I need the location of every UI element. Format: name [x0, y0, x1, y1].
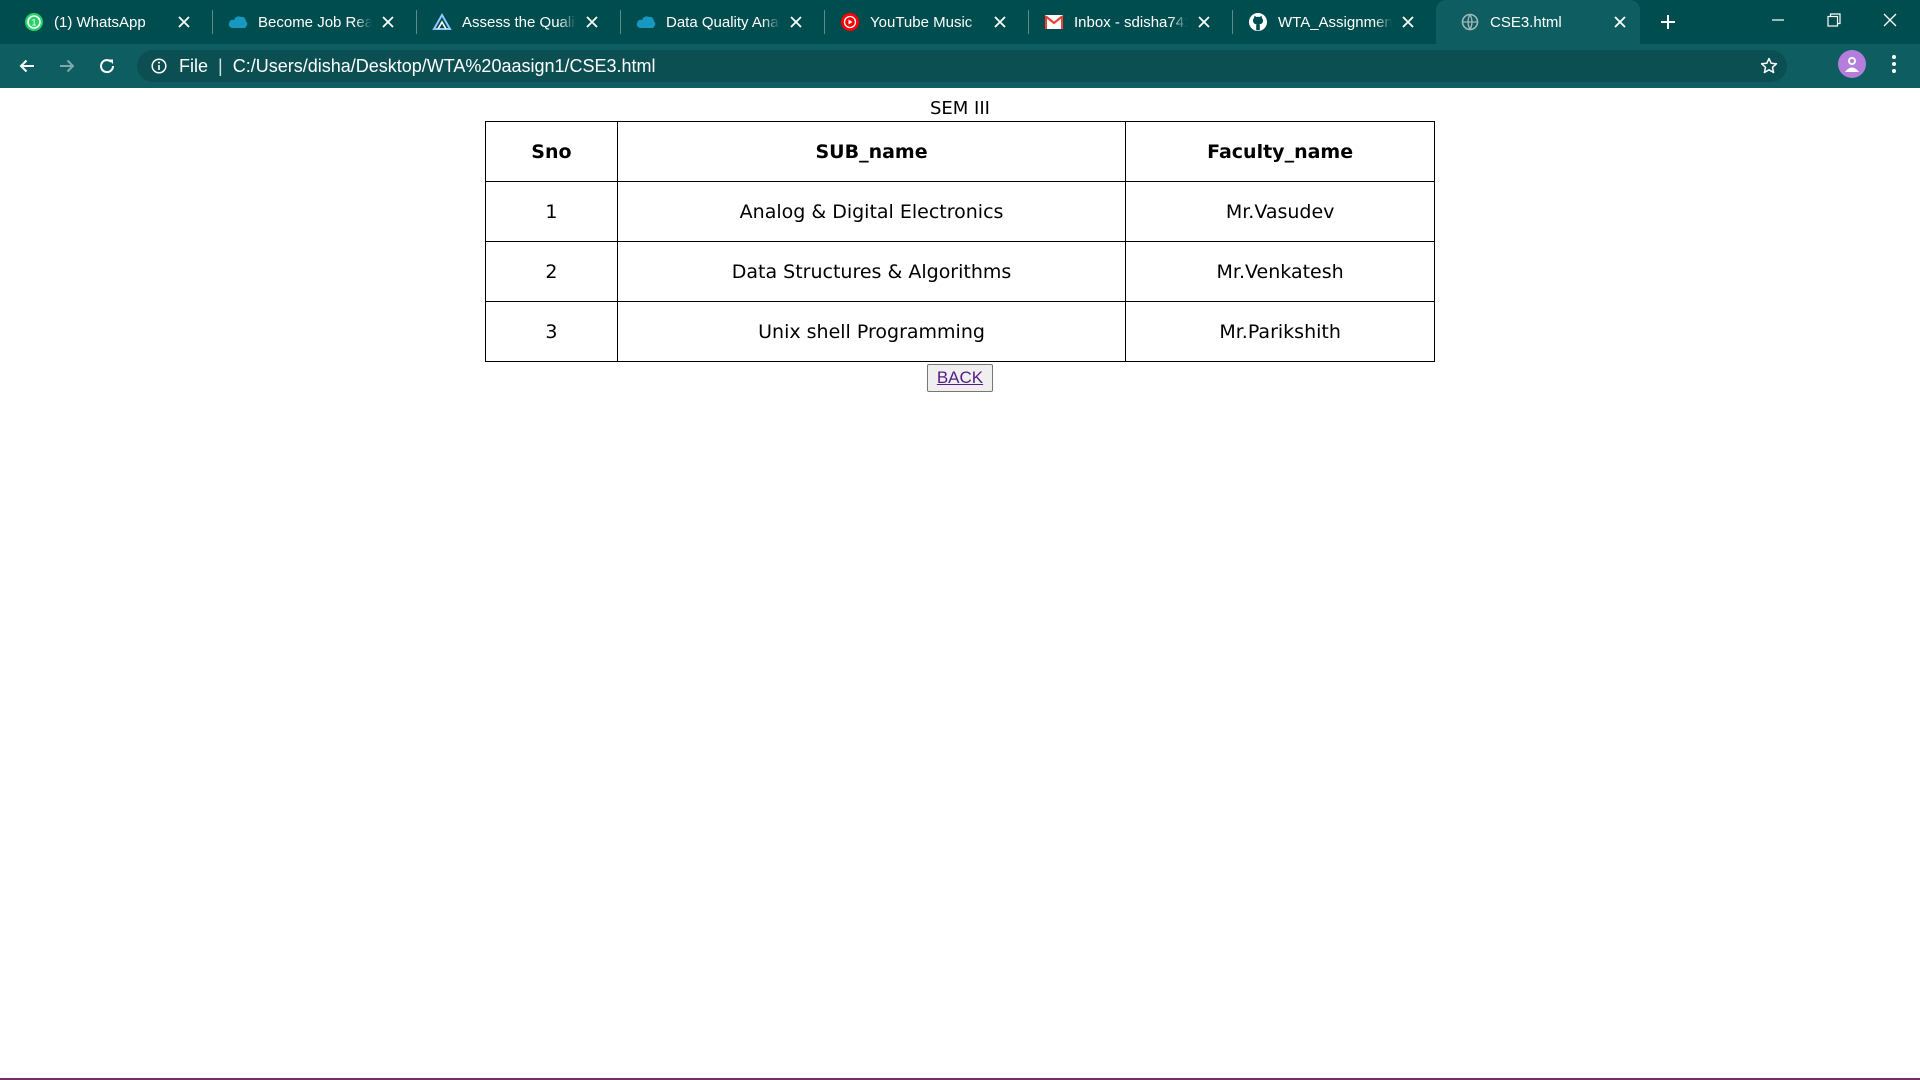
- table-header-row: Sno SUB_name Faculty_name: [485, 121, 1435, 182]
- restore-icon: [1827, 13, 1841, 27]
- profile-avatar[interactable]: [1838, 50, 1866, 78]
- cell-sno: 3: [485, 301, 618, 362]
- cell-faculty-name: Mr.Vasudev: [1125, 181, 1435, 242]
- tab-title: YouTube Music: [870, 13, 973, 31]
- close-window-button[interactable]: [1862, 0, 1918, 40]
- back-nav-button[interactable]: [12, 51, 42, 81]
- bookmark-star-icon[interactable]: [1759, 56, 1779, 76]
- cell-sub-name: Unix shell Programming: [616, 301, 1127, 362]
- globe-icon: [1460, 12, 1480, 32]
- whatsapp-icon: 1: [24, 12, 44, 32]
- tab-title: Assess the Quality: [462, 13, 576, 31]
- back-button[interactable]: BACK: [927, 364, 993, 392]
- tab-whatsapp[interactable]: 1 (1) WhatsApp: [0, 0, 204, 44]
- tab-title: CSE3.html: [1490, 13, 1562, 31]
- header-faculty-name: Faculty_name: [1125, 121, 1435, 182]
- table-row: 3 Unix shell Programming Mr.Parikshith: [485, 301, 1435, 362]
- tab-github[interactable]: WTA_Assignment/: [1224, 0, 1428, 44]
- close-tab-icon[interactable]: [1194, 12, 1214, 32]
- table-row: 1 Analog & Digital Electronics Mr.Vasude…: [485, 181, 1435, 242]
- tab-title: Data Quality Analy: [666, 13, 780, 31]
- close-tab-icon[interactable]: [990, 12, 1010, 32]
- header-sno: Sno: [485, 121, 618, 182]
- close-tab-icon[interactable]: [378, 12, 398, 32]
- header-sub-name: SUB_name: [616, 121, 1127, 182]
- reload-icon: [100, 59, 115, 74]
- reload-button[interactable]: [92, 51, 122, 81]
- tab-title: WTA_Assignment/: [1278, 13, 1392, 31]
- gmail-icon: [1044, 12, 1064, 32]
- cloud-icon: [636, 12, 656, 32]
- minimize-icon: [1772, 19, 1784, 21]
- info-icon[interactable]: [149, 56, 169, 76]
- minimize-button[interactable]: [1750, 0, 1806, 40]
- back-link[interactable]: BACK: [937, 368, 983, 388]
- url-text[interactable]: C:/Users/disha/Desktop/WTA%20aasign1/CSE…: [233, 56, 656, 77]
- subjects-table: Sno SUB_name Faculty_name 1 Analog & Dig…: [485, 121, 1435, 362]
- close-tab-icon[interactable]: [1398, 12, 1418, 32]
- tab-title: Become Job Ready: [258, 13, 372, 31]
- close-tab-icon[interactable]: [786, 12, 806, 32]
- address-divider: |: [218, 55, 223, 76]
- arrow-right-icon: [60, 59, 75, 73]
- forward-nav-button[interactable]: [52, 51, 82, 81]
- svg-text:1: 1: [31, 18, 36, 28]
- scheme-label: File: [179, 55, 209, 76]
- cell-sub-name: Data Structures & Algorithms: [616, 241, 1127, 302]
- address-bar[interactable]: File | C:/Users/disha/Desktop/WTA%20aasi…: [137, 50, 1787, 82]
- tab-strip: 1 (1) WhatsApp Become Job Ready Assess t…: [0, 0, 1920, 44]
- kebab-menu-icon: [1892, 55, 1896, 73]
- arrow-left-icon: [19, 59, 34, 73]
- tab-gmail-inbox[interactable]: Inbox - sdisha741: [1020, 0, 1224, 44]
- new-tab-button[interactable]: [1654, 8, 1682, 36]
- tab-data-quality[interactable]: Data Quality Analy: [612, 0, 816, 44]
- trailhead-icon: [432, 12, 452, 32]
- restore-button[interactable]: [1806, 0, 1862, 40]
- cell-sno: 2: [485, 241, 618, 302]
- close-tab-icon[interactable]: [174, 12, 194, 32]
- cell-sub-name: Analog & Digital Electronics: [616, 181, 1127, 242]
- browser-toolbar: File | C:/Users/disha/Desktop/WTA%20aasi…: [0, 44, 1920, 88]
- tab-assess-quality[interactable]: Assess the Quality: [408, 0, 612, 44]
- close-tab-icon[interactable]: [582, 12, 602, 32]
- avatar-icon: [1845, 57, 1859, 72]
- table-caption: SEM III: [930, 98, 990, 119]
- page-content: SEM III Sno SUB_name Faculty_name 1 Anal…: [0, 88, 1920, 1080]
- browser-menu-button[interactable]: [1880, 50, 1908, 78]
- close-icon: [1883, 13, 1897, 27]
- github-icon: [1248, 12, 1268, 32]
- table-row: 2 Data Structures & Algorithms Mr.Venkat…: [485, 241, 1435, 302]
- tab-youtube-music[interactable]: YouTube Music: [816, 0, 1020, 44]
- plus-icon: [1661, 15, 1675, 29]
- tab-cse3-active[interactable]: CSE3.html: [1436, 0, 1640, 44]
- tab-title: Inbox - sdisha741: [1074, 13, 1188, 31]
- tab-become-job-ready[interactable]: Become Job Ready: [204, 0, 408, 44]
- cell-faculty-name: Mr.Parikshith: [1125, 301, 1435, 362]
- youtube-music-icon: [840, 12, 860, 32]
- cell-faculty-name: Mr.Venkatesh: [1125, 241, 1435, 302]
- tab-title: (1) WhatsApp: [54, 13, 146, 31]
- cloud-icon: [228, 12, 248, 32]
- close-tab-icon[interactable]: [1610, 12, 1630, 32]
- cell-sno: 1: [485, 181, 618, 242]
